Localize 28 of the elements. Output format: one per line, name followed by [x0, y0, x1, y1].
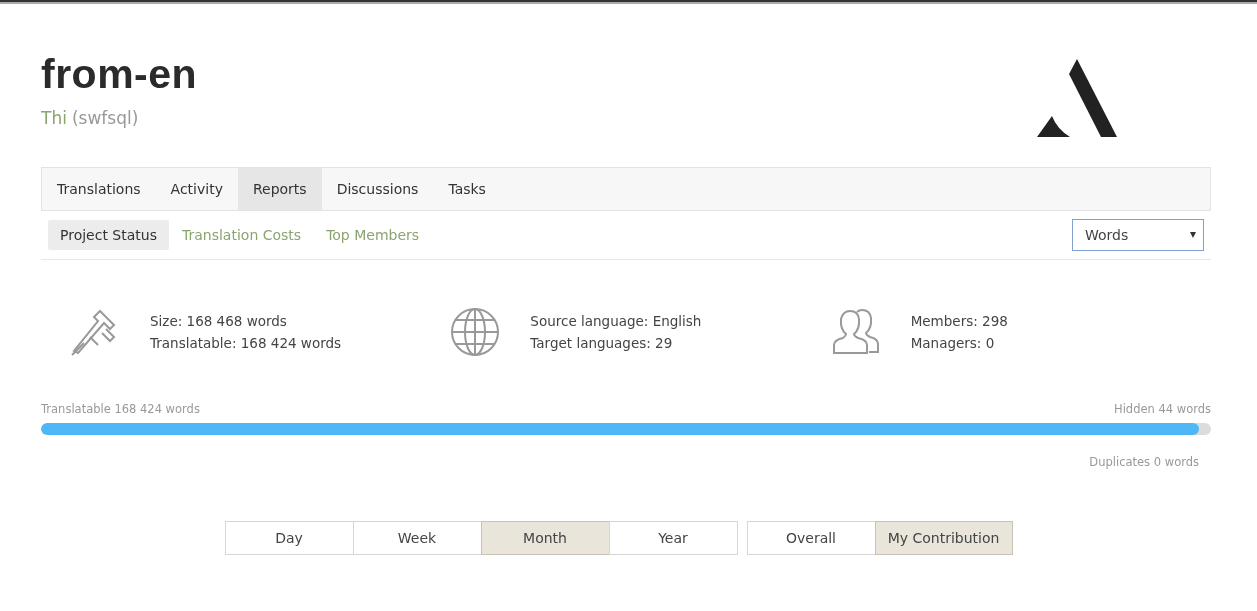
stat-text: Managers: 0: [910, 334, 996, 353]
caret-icon: [1190, 232, 1196, 238]
duplicates-label: Duplicates 0 words: [1089, 455, 1199, 469]
period-button[interactable]: Month: [480, 521, 610, 555]
nav-tab[interactable]: Reports: [237, 168, 322, 210]
nav-tab[interactable]: Discussions: [321, 168, 434, 210]
progress-label: Translatable 168 424 words: [41, 402, 200, 416]
progress-label: Hidden 44 words: [1114, 402, 1211, 416]
period-button[interactable]: Day: [224, 521, 354, 555]
logo-icon: [1037, 59, 1117, 137]
stat-text: Members: 298: [910, 312, 1008, 331]
users-icon: [830, 307, 881, 357]
stat-text: Translatable: 168 424 words: [150, 334, 342, 353]
stat-text: Source language: English: [530, 312, 702, 331]
scope-button[interactable]: Overall: [746, 521, 876, 555]
report-tab[interactable]: Project Status: [48, 220, 169, 250]
nav-tab[interactable]: Activity: [155, 168, 238, 210]
nav-tab[interactable]: Tasks: [433, 168, 501, 210]
stat-text: Target languages: 29: [530, 334, 674, 353]
period-button[interactable]: Week: [352, 521, 482, 555]
nav-tab[interactable]: Translations: [42, 168, 156, 210]
project-title: from-en: [41, 50, 198, 98]
stat-text: Size: 168 468 words: [150, 312, 288, 331]
scope-button[interactable]: My Contribution: [874, 521, 1013, 555]
globe-icon: [450, 307, 501, 357]
owner-login: (swfsql): [71, 108, 139, 128]
unit-dropdown[interactable]: Words: [1072, 219, 1204, 251]
period-button[interactable]: Year: [608, 521, 738, 555]
